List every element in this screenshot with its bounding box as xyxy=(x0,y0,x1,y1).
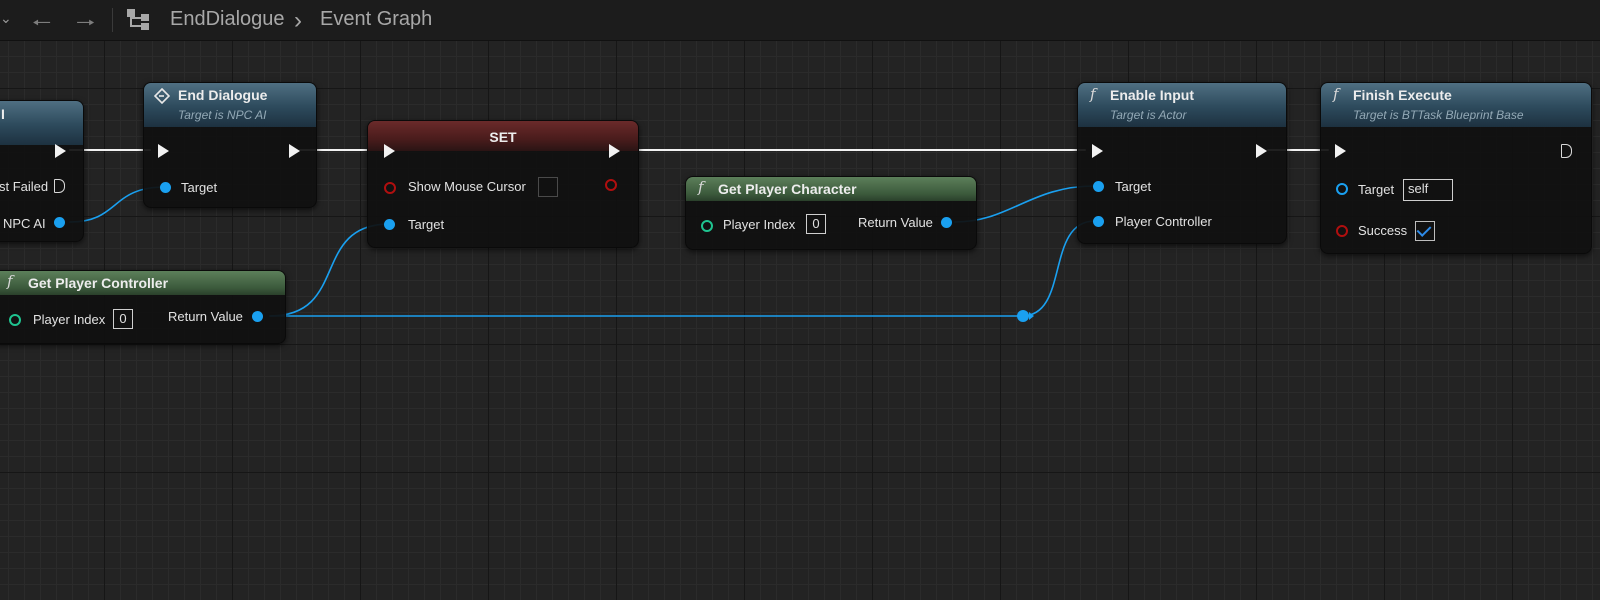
node-title: Finish Execute xyxy=(1353,87,1452,103)
node-finish-execute[interactable]: f Finish Execute Target is BTTask Bluepr… xyxy=(1320,82,1592,254)
node-get-player-controller[interactable]: f Get Player Controller Player Index 0 R… xyxy=(0,270,286,344)
bool-out-pin[interactable] xyxy=(605,179,617,191)
pin-label: Target xyxy=(181,180,218,195)
exec-out-pin[interactable] xyxy=(289,144,300,158)
pin-label: Success xyxy=(1358,223,1408,238)
player-controller-pin[interactable] xyxy=(1093,216,1104,227)
checkmark-icon xyxy=(1416,222,1432,237)
function-icon: f xyxy=(1090,85,1096,103)
node-enable-input[interactable]: f Enable Input Target is Actor Target Pl… xyxy=(1077,82,1287,244)
exec-out-pin[interactable] xyxy=(1561,144,1572,158)
node-set[interactable]: SET Show Mouse Cursor Target xyxy=(367,120,639,248)
node-get-player-character[interactable]: f Get Player Character Player Index 0 Re… xyxy=(685,176,977,250)
pin-label: Target xyxy=(1115,179,1152,194)
node-title: Get Player Character xyxy=(718,181,857,197)
int-pin[interactable] xyxy=(9,314,21,326)
pin-label: Player Index xyxy=(33,312,106,327)
pin-label: Show Mouse Cursor xyxy=(408,179,526,194)
function-icon: f xyxy=(1333,85,1339,103)
pin-label: Return Value xyxy=(858,215,933,230)
target-pin[interactable] xyxy=(160,182,171,193)
exec-out-pin[interactable] xyxy=(54,179,65,193)
partial-node[interactable]: I st Failed NPC AI xyxy=(0,100,84,242)
exec-in-pin[interactable] xyxy=(1335,144,1346,158)
player-index-input[interactable]: 0 xyxy=(113,309,133,329)
node-subtitle: Target is Actor xyxy=(1110,108,1187,122)
show-mouse-cursor-checkbox[interactable] xyxy=(538,177,558,197)
pin-label: Player Controller xyxy=(1115,214,1212,229)
target-pin[interactable] xyxy=(1093,181,1104,192)
pin-label: Return Value xyxy=(168,309,243,324)
success-checkbox[interactable] xyxy=(1415,221,1435,241)
pin-label: st Failed xyxy=(0,179,49,194)
node-subtitle: Target is BTTask Blueprint Base xyxy=(1353,108,1524,122)
player-index-input[interactable]: 0 xyxy=(806,214,826,234)
function-icon: f xyxy=(7,272,13,290)
target-pin[interactable] xyxy=(1336,183,1348,195)
pin-label: Target xyxy=(408,217,445,232)
node-title: I xyxy=(1,106,5,122)
node-title: SET xyxy=(489,129,517,145)
exec-out-pin[interactable] xyxy=(1256,144,1267,158)
exec-out-pin[interactable] xyxy=(609,144,620,158)
target-self-input[interactable]: self xyxy=(1403,179,1453,201)
node-title: End Dialogue xyxy=(178,87,268,103)
bool-pin[interactable] xyxy=(384,182,396,194)
node-title: Get Player Controller xyxy=(28,275,169,291)
target-pin[interactable] xyxy=(384,219,395,230)
message-icon xyxy=(154,88,170,104)
pin-label: Target xyxy=(1358,182,1395,197)
node-header xyxy=(0,101,83,145)
exec-out-pin[interactable] xyxy=(55,144,66,158)
bool-pin[interactable] xyxy=(1336,225,1348,237)
function-icon: f xyxy=(698,178,704,196)
exec-in-pin[interactable] xyxy=(158,144,169,158)
object-pin[interactable] xyxy=(54,217,65,228)
pin-label: NPC AI xyxy=(3,216,46,231)
node-title: Enable Input xyxy=(1110,87,1194,103)
int-pin[interactable] xyxy=(701,220,713,232)
return-value-pin[interactable] xyxy=(252,311,263,322)
return-value-pin[interactable] xyxy=(941,217,952,228)
exec-in-pin[interactable] xyxy=(1092,144,1103,158)
exec-in-pin[interactable] xyxy=(384,144,395,158)
node-end-dialogue[interactable]: End Dialogue Target is NPC AI Target xyxy=(143,82,317,208)
node-subtitle: Target is NPC AI xyxy=(178,108,267,122)
reroute-knot[interactable] xyxy=(1017,310,1029,322)
pin-label: Player Index xyxy=(723,217,796,232)
